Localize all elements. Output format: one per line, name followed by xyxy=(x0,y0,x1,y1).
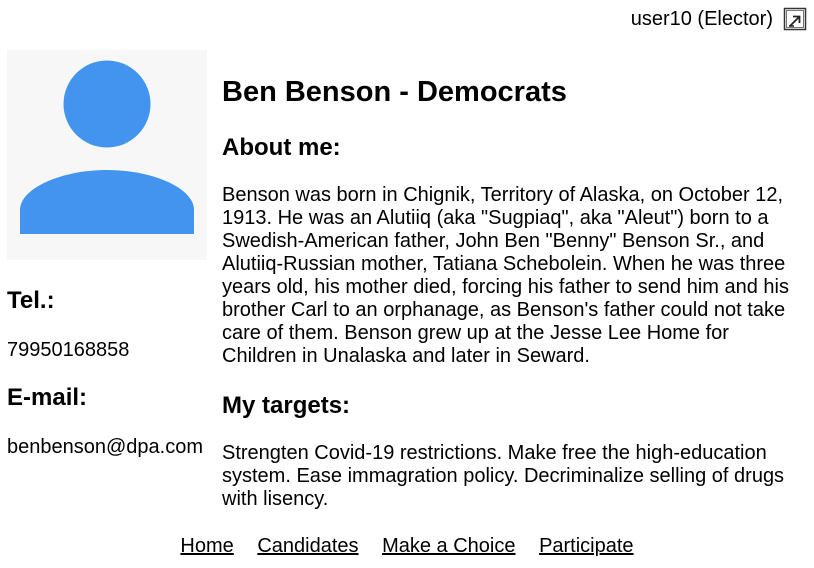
email-value: benbenson@dpa.com xyxy=(7,436,203,458)
user-bar: user10 (Elector) xyxy=(631,6,807,32)
tel-value: 79950168858 xyxy=(7,339,130,361)
current-user-label: user10 (Elector) xyxy=(630,8,773,30)
tel-heading: Tel.: xyxy=(7,287,55,314)
candidate-name-title: Ben Benson - Democrats xyxy=(222,76,567,108)
user-avatar-icon xyxy=(20,60,194,234)
nav-link-candidates[interactable]: Candidates xyxy=(257,535,358,557)
nav-link-home[interactable]: Home xyxy=(180,535,233,557)
about-text: Benson was born in Chignik, Territory of… xyxy=(222,184,789,367)
candidate-details: Ben Benson - Democrats About me: Benson … xyxy=(222,74,802,510)
candidate-avatar xyxy=(7,50,207,260)
nav-link-participate[interactable]: Participate xyxy=(539,535,634,557)
footer-nav: Home Candidates Make a Choice Participat… xyxy=(0,534,814,558)
logout-icon[interactable] xyxy=(783,7,807,31)
targets-text: Strengten Covid-19 restrictions. Make fr… xyxy=(222,442,785,510)
targets-heading: My targets: xyxy=(222,392,351,419)
about-heading: About me: xyxy=(222,134,341,161)
email-heading: E-mail: xyxy=(7,384,88,411)
nav-link-make-choice[interactable]: Make a Choice xyxy=(382,535,515,557)
